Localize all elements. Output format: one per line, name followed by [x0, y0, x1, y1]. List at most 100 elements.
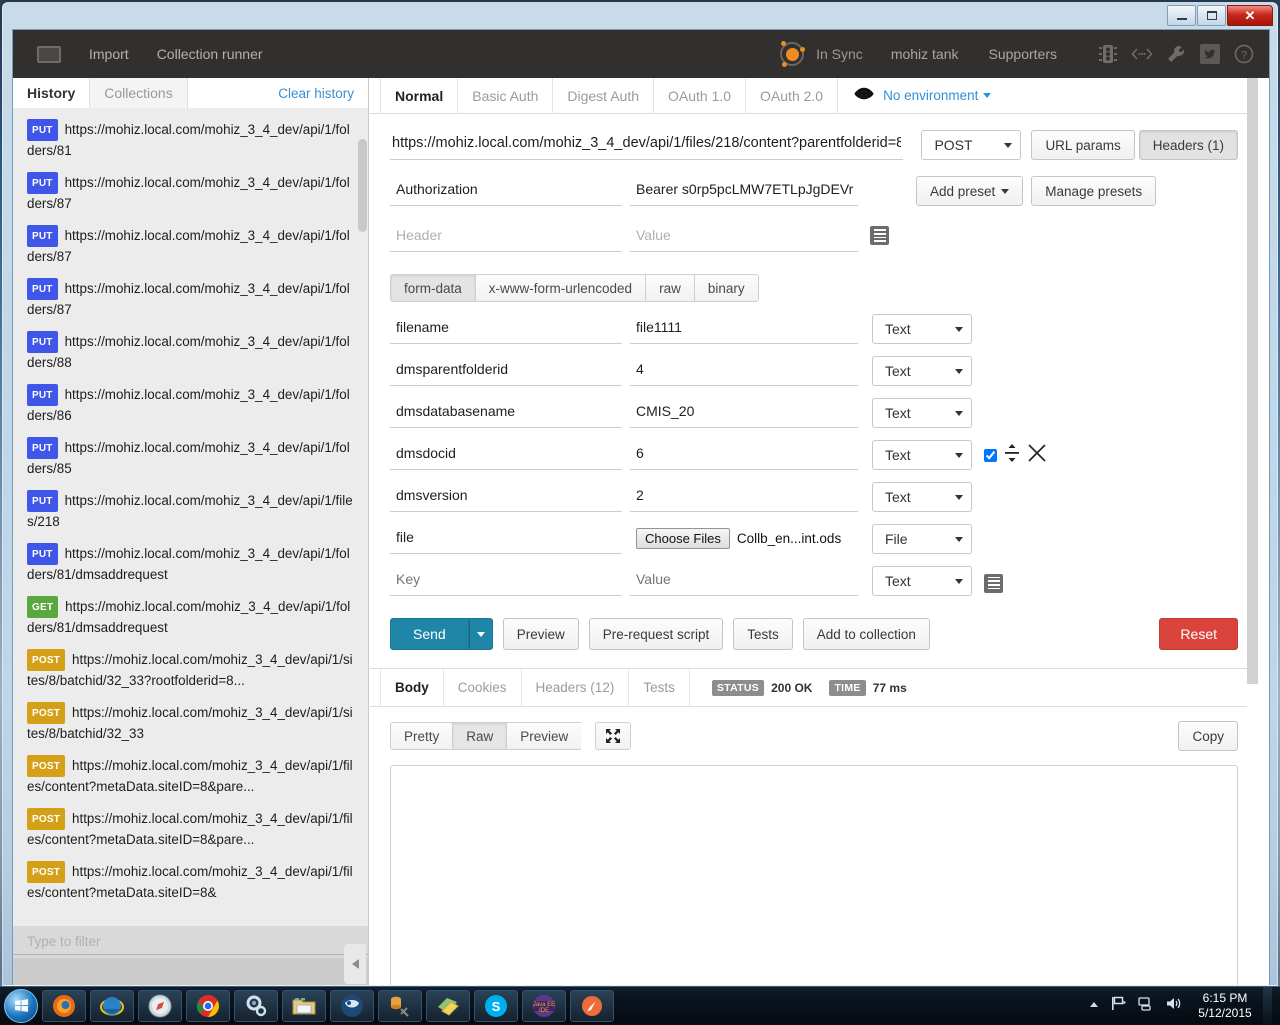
taskbar-thunderbird-icon[interactable] [330, 990, 374, 1022]
reset-button[interactable]: Reset [1159, 618, 1238, 650]
eye-icon[interactable] [854, 87, 874, 105]
tests-button[interactable]: Tests [733, 618, 793, 650]
response-tab-tests[interactable]: Tests [629, 669, 690, 707]
tab-basic-auth[interactable]: Basic Auth [458, 78, 553, 114]
response-body[interactable] [390, 765, 1238, 986]
form-data-key-input[interactable] [390, 524, 622, 554]
add-preset-button[interactable]: Add preset [916, 176, 1023, 206]
sync-status[interactable]: In Sync [777, 39, 863, 69]
history-item[interactable]: PUThttps://mohiz.local.com/mohiz_3_4_dev… [13, 325, 368, 378]
header-value-input[interactable] [630, 176, 858, 206]
method-select[interactable]: POST [921, 130, 1021, 160]
form-data-type-select-empty[interactable]: Text [872, 566, 972, 596]
scrollbar-thumb[interactable] [1247, 78, 1258, 684]
history-item[interactable]: PUThttps://mohiz.local.com/mohiz_3_4_dev… [13, 219, 368, 272]
send-button[interactable]: Send [390, 618, 469, 650]
preview-button[interactable]: Preview [503, 618, 579, 650]
form-data-key-input[interactable] [390, 356, 622, 386]
format-tab-preview[interactable]: Preview [506, 722, 581, 750]
taskbar-notes-icon[interactable] [426, 990, 470, 1022]
network-flag-icon[interactable] [1111, 996, 1127, 1016]
taskbar-database-tools-icon[interactable] [378, 990, 422, 1022]
form-data-type-select[interactable]: Text [872, 440, 972, 470]
supporters-link[interactable]: Supporters [989, 46, 1057, 62]
form-data-value-input[interactable] [630, 398, 858, 428]
collapse-sidebar-button[interactable] [344, 944, 366, 984]
sidebar-tab-history[interactable]: History [13, 78, 90, 108]
response-tab-cookies[interactable]: Cookies [444, 669, 522, 707]
send-options-button[interactable] [469, 618, 493, 650]
form-data-value-input-empty[interactable] [630, 566, 858, 596]
clear-history-button[interactable]: Clear history [264, 78, 368, 108]
import-button[interactable]: Import [89, 46, 129, 62]
header-key-input[interactable] [390, 176, 622, 206]
form-data-value-input[interactable] [630, 356, 858, 386]
form-data-key-input[interactable] [390, 314, 622, 344]
form-data-value-input[interactable] [630, 482, 858, 512]
start-button[interactable] [4, 989, 38, 1023]
code-icon[interactable] [1129, 41, 1155, 67]
url-input[interactable] [390, 130, 903, 160]
taskbar-internet-explorer-icon[interactable] [90, 990, 134, 1022]
close-button[interactable]: ✕ [1227, 5, 1273, 26]
taskbar-chrome-icon[interactable] [186, 990, 230, 1022]
show-desktop-button[interactable] [1263, 987, 1272, 1025]
response-tab-body[interactable]: Body [380, 669, 444, 707]
traffic-light-icon[interactable] [1095, 41, 1121, 67]
header-value-input-empty[interactable] [630, 222, 858, 252]
history-item[interactable]: PUThttps://mohiz.local.com/mohiz_3_4_dev… [13, 272, 368, 325]
taskbar-firefox-icon[interactable] [42, 990, 86, 1022]
help-icon[interactable]: ? [1231, 41, 1257, 67]
filter-input[interactable] [13, 929, 368, 955]
taskbar-postman-icon[interactable] [570, 990, 614, 1022]
history-item[interactable]: POSThttps://mohiz.local.com/mohiz_3_4_de… [13, 749, 368, 802]
choose-files-button[interactable]: Choose Files [636, 528, 730, 549]
bulk-edit-icon[interactable] [870, 226, 889, 245]
taskbar-java-ee-ide-icon[interactable]: Java EEIDE [522, 990, 566, 1022]
prerequest-script-button[interactable]: Pre-request script [589, 618, 724, 650]
history-item[interactable]: PUThttps://mohiz.local.com/mohiz_3_4_dev… [13, 484, 368, 537]
history-item[interactable]: PUThttps://mohiz.local.com/mohiz_3_4_dev… [13, 166, 368, 219]
history-item[interactable]: POSThttps://mohiz.local.com/mohiz_3_4_de… [13, 696, 368, 749]
network-icon[interactable] [1138, 996, 1154, 1016]
maximize-button[interactable] [1197, 5, 1226, 26]
history-item[interactable]: POSThttps://mohiz.local.com/mohiz_3_4_de… [13, 643, 368, 696]
move-row-icon[interactable] [1003, 443, 1021, 468]
environment-selector[interactable]: No environment [838, 87, 991, 105]
history-item[interactable]: POSThttps://mohiz.local.com/mohiz_3_4_de… [13, 802, 368, 855]
sidebar-tab-collections[interactable]: Collections [90, 78, 187, 108]
response-tab-headers[interactable]: Headers (12) [522, 669, 630, 707]
form-data-value-input[interactable] [630, 440, 858, 470]
headers-button[interactable]: Headers (1) [1139, 130, 1238, 160]
twitter-icon[interactable] [1197, 41, 1223, 67]
history-item[interactable]: POSThttps://mohiz.local.com/mohiz_3_4_de… [13, 855, 368, 908]
delete-row-icon[interactable] [1027, 443, 1047, 468]
show-hidden-icon[interactable] [1088, 997, 1100, 1015]
form-data-value-input[interactable] [630, 314, 858, 344]
tab-normal[interactable]: Normal [380, 78, 458, 114]
history-item[interactable]: PUThttps://mohiz.local.com/mohiz_3_4_dev… [13, 378, 368, 431]
expand-icon[interactable] [595, 722, 631, 750]
form-data-type-select[interactable]: Text [872, 314, 972, 344]
body-tab-raw[interactable]: raw [645, 274, 694, 302]
history-item[interactable]: PUThttps://mohiz.local.com/mohiz_3_4_dev… [13, 537, 368, 590]
history-item[interactable]: PUThttps://mohiz.local.com/mohiz_3_4_dev… [13, 431, 368, 484]
form-data-key-input-empty[interactable] [390, 566, 622, 596]
tab-oauth-2[interactable]: OAuth 2.0 [746, 78, 838, 114]
account-menu[interactable]: mohiz tank [891, 46, 959, 62]
environment-name[interactable]: No environment [883, 88, 978, 103]
manage-presets-button[interactable]: Manage presets [1031, 176, 1156, 206]
taskbar-skype-icon[interactable]: S [474, 990, 518, 1022]
minimize-button[interactable] [1167, 5, 1196, 26]
taskbar-settings-gears-icon[interactable] [234, 990, 278, 1022]
bulk-edit-icon[interactable] [984, 574, 1003, 593]
form-data-type-select[interactable]: Text [872, 482, 972, 512]
body-tab-form-data[interactable]: form-data [390, 274, 475, 302]
volume-icon[interactable] [1165, 996, 1182, 1016]
taskbar-clock[interactable]: 6:15 PM 5/12/2015 [1193, 991, 1257, 1021]
tab-oauth-1[interactable]: OAuth 1.0 [654, 78, 746, 114]
history-item[interactable]: PUThttps://mohiz.local.com/mohiz_3_4_dev… [13, 113, 368, 166]
tab-digest-auth[interactable]: Digest Auth [553, 78, 654, 114]
chevron-down-icon[interactable] [983, 93, 991, 98]
history-item[interactable]: GEThttps://mohiz.local.com/mohiz_3_4_dev… [13, 590, 368, 643]
